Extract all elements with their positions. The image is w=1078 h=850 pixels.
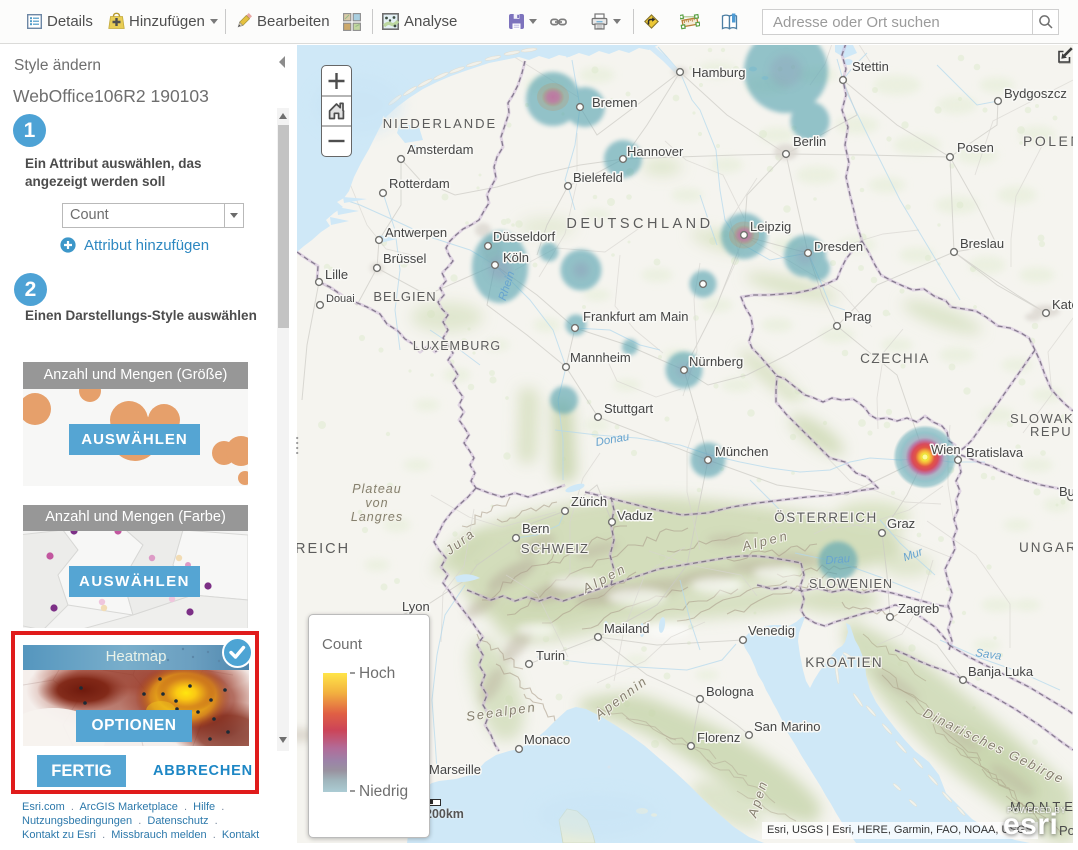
svg-text:Posen: Posen xyxy=(957,140,994,155)
svg-text:Nürnberg: Nürnberg xyxy=(689,354,743,369)
svg-text:Katowice: Katowice xyxy=(1052,297,1073,312)
svg-text:Leipzig: Leipzig xyxy=(750,219,791,234)
svg-text:SLOWENIEN: SLOWENIEN xyxy=(809,577,893,591)
svg-text:San Marino: San Marino xyxy=(754,719,820,734)
svg-text:ÖSTERREICH: ÖSTERREICH xyxy=(774,510,878,525)
svg-text:Bratislava: Bratislava xyxy=(966,445,1024,460)
svg-text:REICH: REICH xyxy=(297,541,350,557)
svg-text:REPUBLIK: REPUBLIK xyxy=(1030,424,1073,439)
svg-text:Rotterdam: Rotterdam xyxy=(389,176,450,191)
svg-text:BELGIEN: BELGIEN xyxy=(373,289,436,304)
svg-text:Marseille: Marseille xyxy=(429,762,481,777)
svg-text:Drau: Drau xyxy=(825,553,851,567)
svg-text:von: von xyxy=(365,496,388,510)
svg-text:Graz: Graz xyxy=(887,516,915,531)
svg-text:Frankfurt am Main: Frankfurt am Main xyxy=(583,309,688,324)
svg-text:Po: Po xyxy=(1059,823,1073,838)
svg-text:Lyon: Lyon xyxy=(402,599,430,614)
svg-text:Zagreb: Zagreb xyxy=(898,601,939,616)
svg-text:Douai: Douai xyxy=(326,293,355,305)
svg-text:Florenz: Florenz xyxy=(697,730,740,745)
svg-text:Stettin: Stettin xyxy=(852,59,889,74)
svg-text:Turin: Turin xyxy=(536,648,565,663)
svg-text:Amsterdam: Amsterdam xyxy=(407,142,473,157)
svg-text:Bydgoszcz: Bydgoszcz xyxy=(1004,86,1067,101)
svg-text:Bern: Bern xyxy=(522,521,549,536)
svg-text:Banja Luka: Banja Luka xyxy=(968,664,1034,679)
svg-text:POLEN: POLEN xyxy=(1023,133,1073,149)
svg-text:Berlin: Berlin xyxy=(793,134,826,149)
svg-text:Breslau: Breslau xyxy=(960,236,1004,251)
svg-text:Antwerpen: Antwerpen xyxy=(385,225,447,240)
svg-text:Hamburg: Hamburg xyxy=(692,65,745,80)
svg-text:Mannheim: Mannheim xyxy=(570,350,631,365)
svg-text:Düsseldorf: Düsseldorf xyxy=(493,229,556,244)
svg-text:Monaco: Monaco xyxy=(524,732,570,747)
svg-text:Hannover: Hannover xyxy=(627,144,684,159)
svg-text:Langres: Langres xyxy=(351,510,403,524)
svg-text:Plateau: Plateau xyxy=(352,482,401,496)
svg-text:Wien: Wien xyxy=(931,442,961,457)
svg-text:Vaduz: Vaduz xyxy=(617,508,653,523)
svg-text:Lille: Lille xyxy=(325,267,348,282)
svg-text:Stuttgart: Stuttgart xyxy=(604,401,654,416)
svg-text:LUXEMBURG: LUXEMBURG xyxy=(413,339,501,353)
svg-text:SCHWEIZ: SCHWEIZ xyxy=(521,541,589,556)
svg-text:Prag: Prag xyxy=(844,309,871,324)
svg-text:Bremen: Bremen xyxy=(592,95,638,110)
svg-text:NIEDERLANDE: NIEDERLANDE xyxy=(383,116,497,131)
svg-text:Zürich: Zürich xyxy=(571,494,607,509)
svg-text:UNGARN: UNGARN xyxy=(1019,540,1073,555)
svg-text:Dresden: Dresden xyxy=(814,239,863,254)
svg-text:München: München xyxy=(715,444,768,459)
svg-text:CZECHIA: CZECHIA xyxy=(860,351,930,366)
svg-text:Mailand: Mailand xyxy=(604,621,650,636)
svg-text:Venedig: Venedig xyxy=(748,623,795,638)
svg-text:DEUTSCHLAND: DEUTSCHLAND xyxy=(566,216,713,232)
svg-text:Bud: Bud xyxy=(1059,484,1073,499)
svg-text:KROATIEN: KROATIEN xyxy=(805,655,883,670)
svg-text:Brüssel: Brüssel xyxy=(383,251,426,266)
svg-text:Bologna: Bologna xyxy=(706,684,754,699)
svg-text:Bielefeld: Bielefeld xyxy=(573,170,623,185)
svg-text:Köln: Köln xyxy=(503,250,529,265)
